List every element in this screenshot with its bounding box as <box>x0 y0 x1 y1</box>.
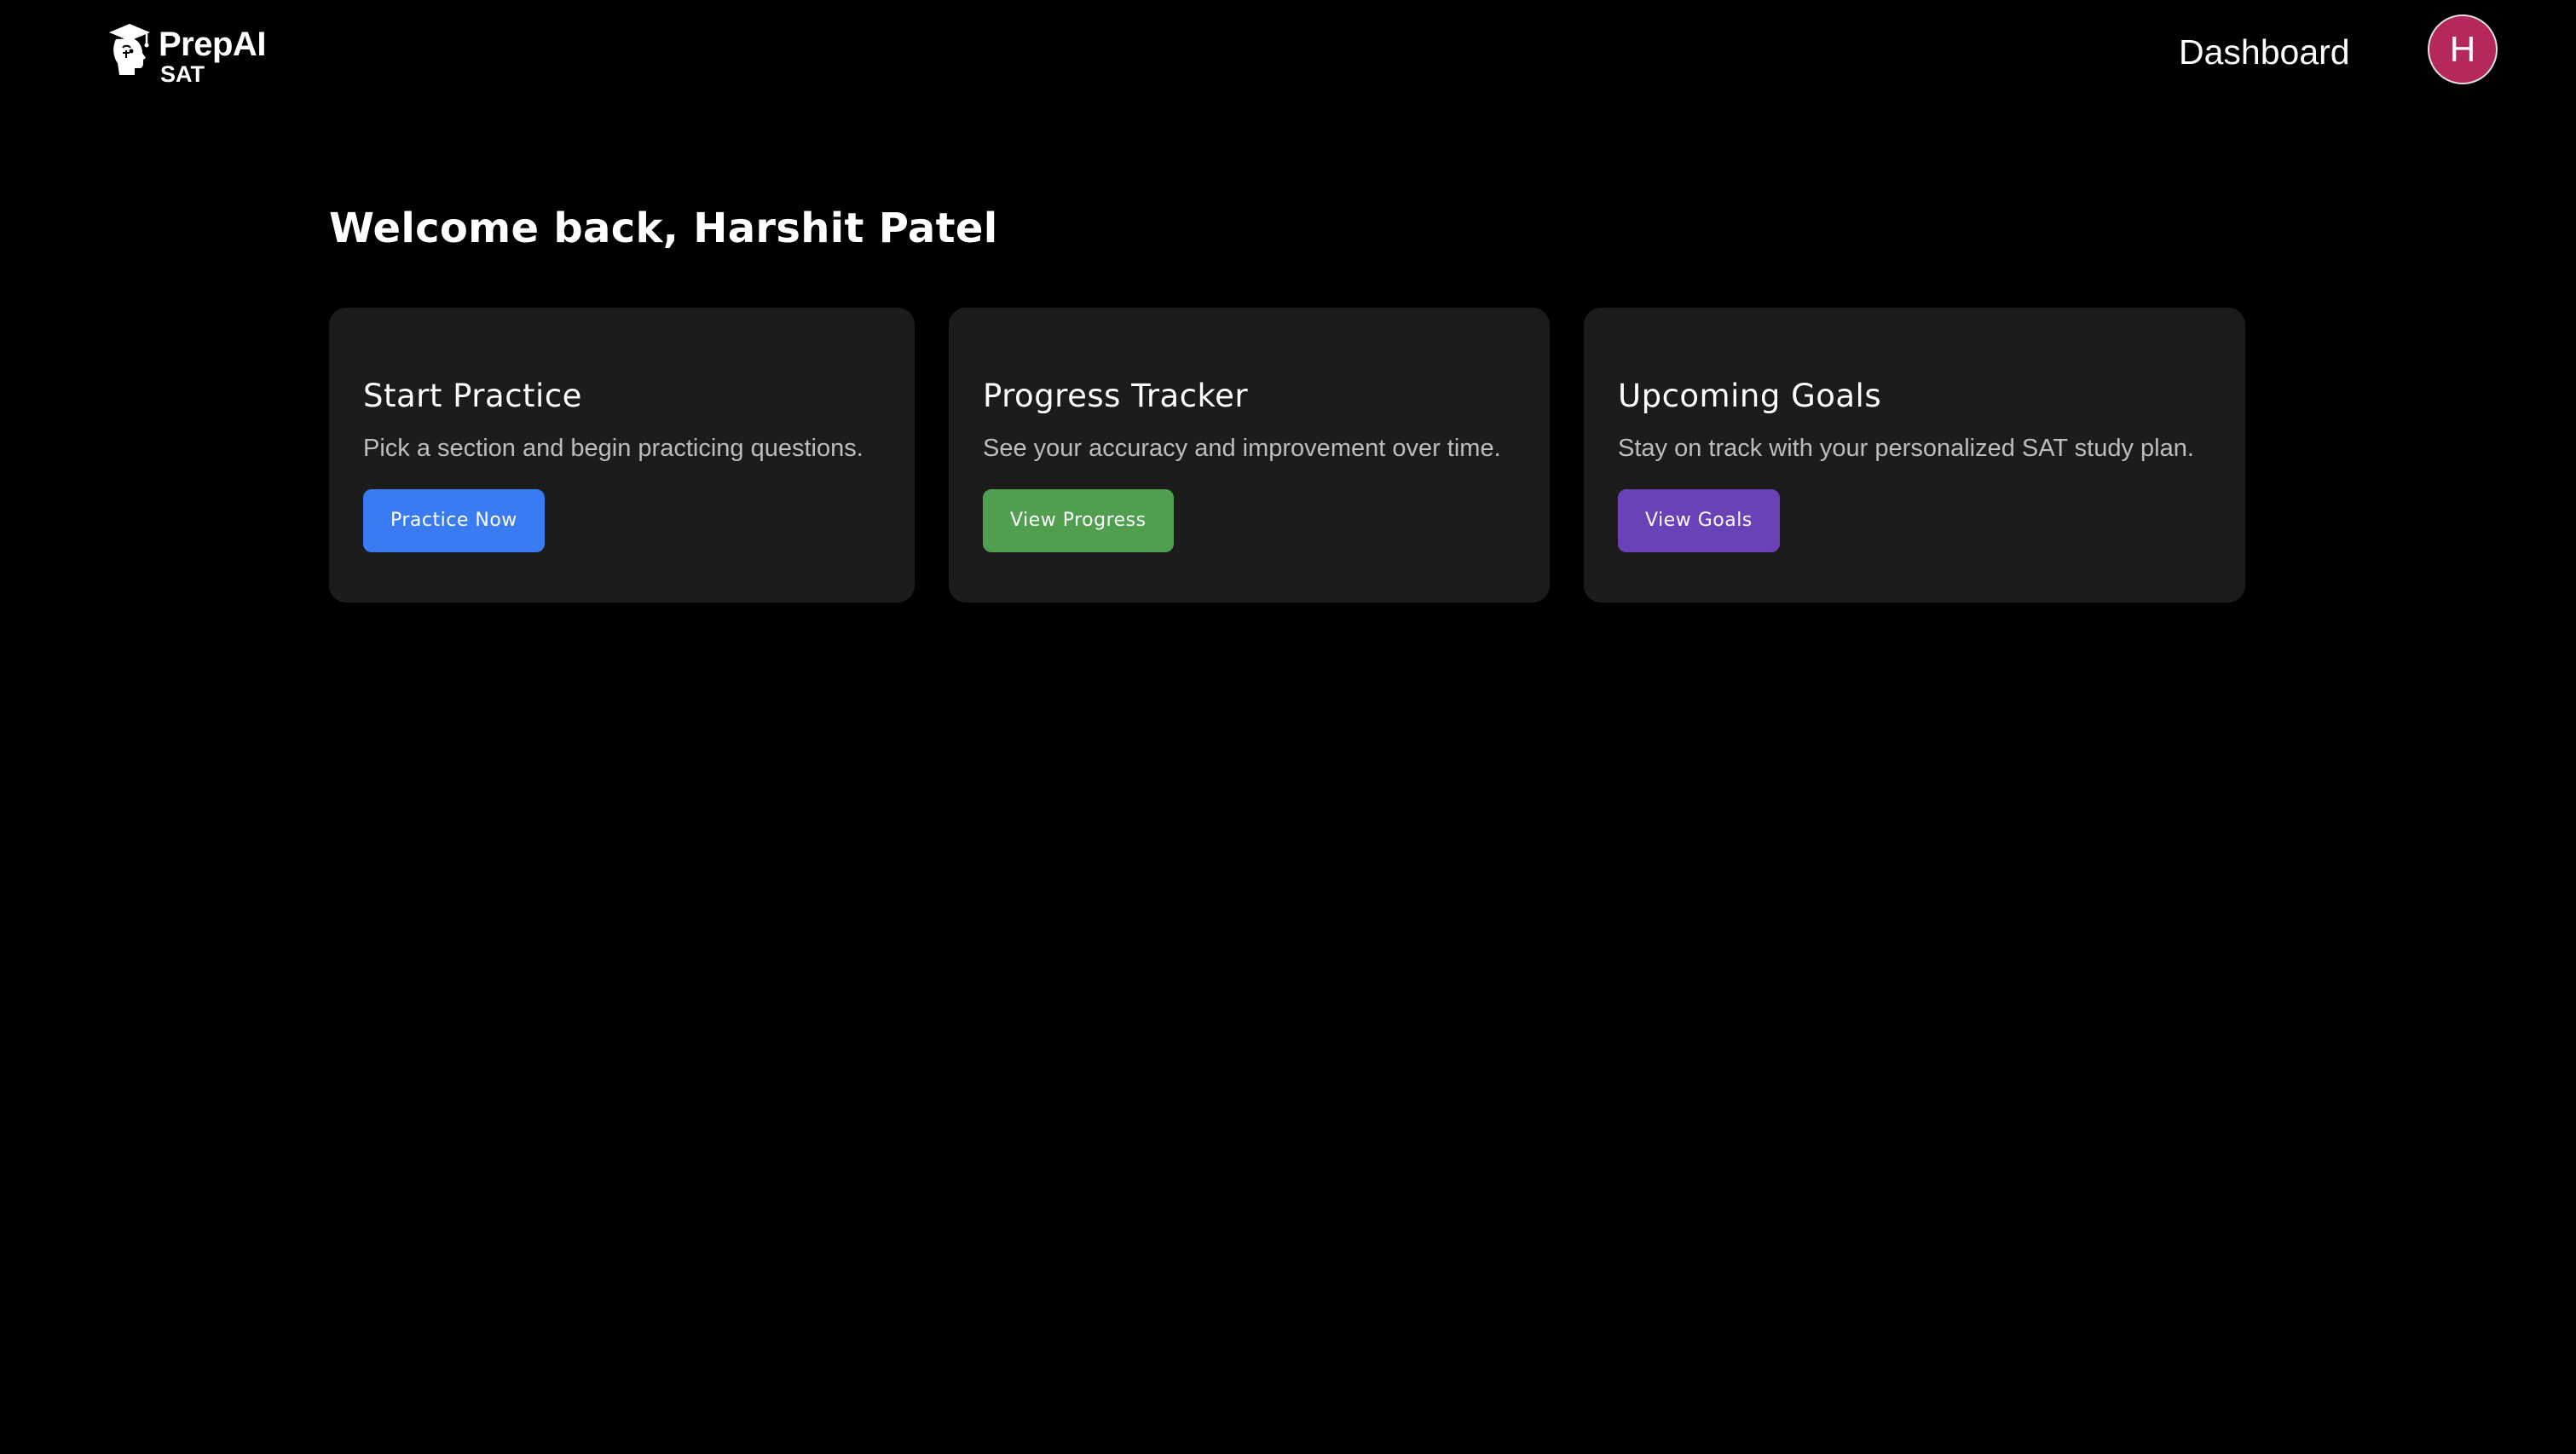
card-title: Progress Tracker <box>983 378 1249 414</box>
card-progress-tracker: Progress Tracker See your accuracy and i… <box>949 308 1550 603</box>
card-upcoming-goals: Upcoming Goals Stay on track with your p… <box>1584 308 2245 603</box>
card-title: Start Practice <box>363 378 582 414</box>
card-start-practice: Start Practice Pick a section and begin … <box>329 308 915 603</box>
avatar[interactable]: H <box>2428 14 2498 84</box>
logo-subtitle: SAT <box>160 61 205 87</box>
view-goals-button[interactable]: View Goals <box>1618 489 1780 553</box>
page-title: Welcome back, Harshit Patel <box>329 205 998 252</box>
card-title: Upcoming Goals <box>1618 378 1882 414</box>
graduation-cap-head-icon <box>109 24 150 75</box>
logo-name: PrepAI <box>159 26 266 63</box>
nav-dashboard-link[interactable]: Dashboard <box>2179 32 2350 72</box>
card-description: See your accuracy and improvement over t… <box>983 435 1501 463</box>
card-description: Stay on track with your personalized SAT… <box>1618 435 2194 463</box>
practice-now-button[interactable]: Practice Now <box>363 489 545 553</box>
logo[interactable]: PrepAI SAT <box>106 22 266 86</box>
card-description: Pick a section and begin practicing ques… <box>363 435 863 463</box>
dashboard-page: PrepAI SAT Dashboard H Welcome back, Har… <box>0 0 2576 1454</box>
view-progress-button[interactable]: View Progress <box>983 489 1174 553</box>
